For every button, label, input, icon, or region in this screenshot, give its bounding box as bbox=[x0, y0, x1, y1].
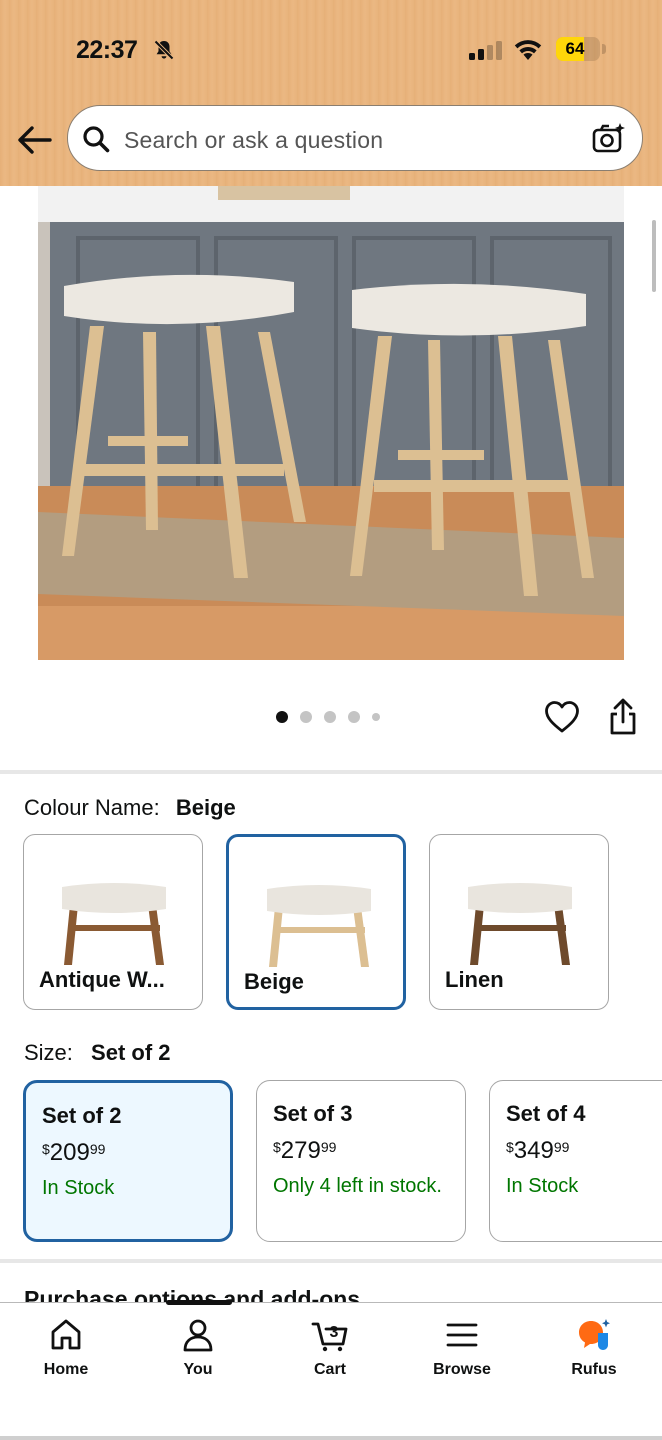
nav-label: You bbox=[183, 1361, 213, 1378]
section-divider bbox=[0, 1259, 662, 1263]
size-option-stock: In Stock bbox=[506, 1175, 579, 1197]
size-option-price: $27999 bbox=[273, 1137, 336, 1165]
back-arrow-icon[interactable] bbox=[14, 122, 54, 158]
size-label-text: Size: bbox=[24, 1040, 73, 1065]
size-option-name: Set of 4 bbox=[506, 1101, 586, 1126]
size-option-name: Set of 3 bbox=[273, 1101, 353, 1126]
nav-browse[interactable]: Browse bbox=[407, 1317, 517, 1387]
nav-rufus[interactable]: Rufus bbox=[539, 1317, 649, 1387]
colour-option-beige[interactable]: Beige bbox=[226, 834, 406, 1010]
price-whole: 209 bbox=[49, 1139, 90, 1166]
size-option-set-of-3[interactable]: Set of 3 $27999 Only 4 left in stock. bbox=[256, 1080, 466, 1242]
price-fraction: 99 bbox=[553, 1139, 570, 1155]
colour-option-antique-white[interactable]: Antique W... bbox=[23, 834, 203, 1010]
menu-icon bbox=[446, 1323, 478, 1347]
search-bar[interactable]: Search or ask a question bbox=[67, 105, 643, 171]
size-option-name: Set of 2 bbox=[42, 1103, 122, 1128]
price-currency: $ bbox=[273, 1139, 281, 1155]
size-option-price: $20999 bbox=[42, 1139, 105, 1167]
pagination-dot[interactable] bbox=[372, 713, 380, 721]
size-option-price: $34999 bbox=[506, 1137, 569, 1165]
colour-option-linen[interactable]: Linen bbox=[429, 834, 609, 1010]
pagination-dot[interactable] bbox=[300, 711, 312, 723]
size-label: Size: Set of 2 bbox=[24, 1040, 171, 1066]
bottom-nav: Home You 3 Cart Browse Rufus bbox=[0, 1302, 662, 1440]
size-selected-value: Set of 2 bbox=[91, 1040, 171, 1065]
share-icon[interactable] bbox=[606, 698, 640, 736]
colour-label-text: Colour Name: bbox=[24, 795, 160, 820]
swatch-label: Beige bbox=[244, 969, 304, 994]
person-icon bbox=[183, 1319, 213, 1352]
swatch-image bbox=[468, 883, 572, 965]
colour-selected-value: Beige bbox=[175, 795, 236, 820]
battery-icon: 64 bbox=[556, 37, 600, 61]
search-input[interactable]: Search or ask a question bbox=[124, 127, 383, 154]
bell-slash-icon bbox=[154, 40, 174, 60]
signal-icon bbox=[469, 41, 502, 60]
price-fraction: 99 bbox=[320, 1139, 337, 1155]
battery-cap bbox=[602, 44, 606, 54]
colour-label: Colour Name: Beige bbox=[24, 795, 236, 821]
nav-label: Cart bbox=[313, 1361, 346, 1378]
status-time: 22:37 bbox=[76, 36, 138, 64]
rufus-icon bbox=[579, 1319, 610, 1350]
size-option-stock: Only 4 left in stock. bbox=[273, 1175, 442, 1197]
scroll-handle bbox=[166, 1300, 232, 1305]
nav-label: Rufus bbox=[571, 1361, 617, 1378]
price-whole: 279 bbox=[280, 1137, 321, 1164]
swatch-image bbox=[62, 883, 166, 965]
search-icon bbox=[83, 126, 110, 153]
camera-sparkle-icon[interactable] bbox=[592, 122, 626, 154]
pagination-dot[interactable] bbox=[324, 711, 336, 723]
pagination-dot[interactable] bbox=[276, 711, 288, 723]
cart-count-badge: 3 bbox=[330, 1324, 339, 1341]
home-icon bbox=[51, 1319, 81, 1350]
bottom-edge bbox=[0, 1436, 662, 1440]
size-option-set-of-2[interactable]: Set of 2 $20999 In Stock bbox=[23, 1080, 233, 1242]
swatch-label: Linen bbox=[445, 967, 504, 992]
scroll-indicator[interactable] bbox=[652, 220, 656, 292]
nav-label: Home bbox=[43, 1361, 89, 1378]
nav-cart[interactable]: 3 Cart bbox=[275, 1317, 385, 1387]
wifi-icon bbox=[514, 40, 542, 60]
size-option-stock: In Stock bbox=[42, 1177, 115, 1199]
price-currency: $ bbox=[506, 1139, 514, 1155]
swatch-label: Antique W... bbox=[39, 967, 165, 992]
app-header: 22:37 64 Search or ask a question bbox=[0, 0, 662, 186]
nav-you[interactable]: You bbox=[143, 1317, 253, 1387]
heart-icon[interactable] bbox=[544, 700, 580, 734]
swatch-image bbox=[267, 885, 371, 967]
pagination-dot[interactable] bbox=[348, 711, 360, 723]
nav-label: Browse bbox=[433, 1361, 491, 1378]
nav-home[interactable]: Home bbox=[11, 1317, 121, 1387]
size-option-set-of-4[interactable]: Set of 4 $34999 In Stock bbox=[489, 1080, 662, 1242]
product-image[interactable] bbox=[38, 186, 624, 660]
image-pagination[interactable] bbox=[276, 711, 380, 723]
cart-icon: 3 bbox=[311, 1322, 348, 1352]
section-divider bbox=[0, 770, 662, 774]
status-bar: 22:37 64 bbox=[0, 0, 662, 100]
battery-percent: 64 bbox=[565, 39, 585, 58]
price-currency: $ bbox=[42, 1141, 50, 1157]
price-whole: 349 bbox=[513, 1137, 554, 1164]
price-fraction: 99 bbox=[89, 1141, 106, 1157]
